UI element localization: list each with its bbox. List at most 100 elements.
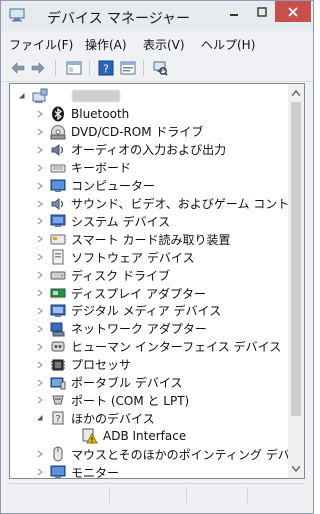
expand-icon[interactable] — [34, 356, 46, 374]
tree-category-item[interactable]: ? ほかのデバイス — [34, 409, 155, 427]
device-manager-app-icon — [9, 8, 25, 22]
menu-action[interactable]: 操作(A) — [85, 36, 127, 53]
tree-item-label: オーディオの入力および出力 — [71, 143, 227, 158]
tree-category-item[interactable]: ソフトウェア デバイス — [34, 248, 194, 266]
tree-child-item[interactable]: ADB Interface — [66, 427, 186, 445]
expand-icon[interactable] — [34, 159, 46, 177]
close-button[interactable] — [275, 1, 311, 22]
scroll-up-arrow[interactable] — [291, 88, 301, 98]
computer-icon — [32, 88, 48, 104]
expand-icon[interactable] — [34, 248, 46, 266]
scroll-down-arrow[interactable] — [291, 464, 301, 474]
expand-icon[interactable] — [34, 284, 46, 302]
tree-item-label: キーボード — [71, 161, 132, 176]
menu-bar: ファイル(F) 操作(A) 表示(V) ヘルプ(H) — [1, 32, 313, 54]
tree-category-item[interactable]: システム デバイス — [34, 212, 170, 230]
tree-item-label: ディスプレイ アダプター — [71, 286, 206, 301]
tree-category-item[interactable]: オーディオの入力および出力 — [34, 141, 226, 159]
expand-icon[interactable] — [34, 141, 46, 159]
tree-category-item[interactable]: デジタル メディア デバイス — [34, 302, 221, 320]
tree-item-label: デジタル メディア デバイス — [71, 304, 222, 319]
minimize-button[interactable] — [220, 1, 248, 22]
collapse-icon[interactable] — [16, 87, 28, 105]
tree-item-label: ディスク ドライブ — [71, 268, 170, 283]
expand-icon[interactable] — [34, 391, 46, 409]
portable-device-icon — [50, 375, 66, 391]
svg-text:?: ? — [55, 414, 60, 425]
tree-category-item[interactable]: ディスク ドライブ — [34, 266, 170, 284]
expand-icon[interactable] — [34, 266, 46, 284]
expand-icon[interactable] — [34, 123, 46, 141]
tree-item-label: ヒューマン インターフェイス デバイス — [71, 340, 282, 355]
vertical-scrollbar[interactable] — [288, 84, 304, 478]
properties-icon[interactable] — [119, 59, 137, 77]
tree-item-label: システム デバイス — [71, 214, 171, 229]
expand-icon[interactable] — [34, 320, 46, 338]
monitor-icon — [50, 464, 66, 478]
menu-file[interactable]: ファイル(F) — [9, 36, 73, 53]
scrollbar-thumb[interactable] — [291, 102, 301, 416]
toolbar-separator — [89, 60, 90, 76]
tree-category-item[interactable]: Bluetooth — [34, 105, 129, 123]
tree-category-item[interactable]: ポータブル デバイス — [34, 374, 182, 392]
media-device-icon — [50, 303, 66, 319]
show-hide-console-tree-icon[interactable] — [65, 59, 83, 77]
help-icon[interactable]: ? — [97, 59, 115, 77]
tree-category-item[interactable]: ヒューマン インターフェイス デバイス — [34, 338, 281, 356]
expand-icon[interactable] — [34, 212, 46, 230]
system-devices-icon — [50, 213, 66, 229]
disk-drive-icon — [50, 267, 66, 283]
expand-icon[interactable] — [34, 230, 46, 248]
back-icon[interactable] — [9, 59, 27, 77]
expand-icon[interactable] — [34, 195, 46, 213]
expand-icon[interactable] — [34, 374, 46, 392]
scan-hardware-icon[interactable] — [151, 59, 169, 77]
expand-icon[interactable] — [34, 445, 46, 463]
tree-category-item[interactable]: マウスとそのほかのポインティング デバイス — [34, 445, 304, 463]
hid-icon — [50, 339, 66, 355]
tree-category-item[interactable]: ディスプレイ アダプター — [34, 284, 206, 302]
tree-item-label: サウンド、ビデオ、およびゲーム コントローラー — [71, 197, 304, 211]
tree-item-label: ほかのデバイス — [71, 411, 155, 426]
expand-icon[interactable] — [34, 177, 46, 195]
menu-view[interactable]: 表示(V) — [143, 36, 185, 53]
tree-category-item[interactable]: DVD/CD-ROM ドライブ — [34, 123, 203, 141]
tree-category-item[interactable]: ポート (COM と LPT) — [34, 391, 189, 409]
menu-help[interactable]: ヘルプ(H) — [201, 36, 255, 53]
collapse-icon[interactable] — [34, 409, 46, 427]
maximize-button[interactable] — [248, 1, 275, 22]
device-tree[interactable]: Bluetooth DVD/CD-ROM ドライブオーディオの入力および出力 キーボ… — [9, 83, 305, 479]
tree-category-item[interactable]: サウンド、ビデオ、およびゲーム コントローラー — [34, 195, 304, 213]
tree-item-label: DVD/CD-ROM ドライブ — [71, 125, 204, 140]
tree-category-item[interactable]: キーボード — [34, 159, 131, 177]
expand-icon[interactable] — [34, 105, 46, 123]
mouse-icon — [50, 446, 66, 462]
toolbar-separator — [55, 60, 56, 76]
tree-category-item[interactable]: コンピューター — [34, 177, 155, 195]
display-adapter-icon — [50, 285, 66, 301]
tree-item-label: ソフトウェア デバイス — [71, 250, 195, 265]
tree-item-label: モニター — [71, 465, 120, 479]
expand-icon[interactable] — [34, 463, 46, 478]
svg-text:?: ? — [103, 63, 109, 76]
window-title: デバイス マネージャー — [47, 11, 191, 27]
status-bar — [9, 483, 305, 506]
monitor-icon — [50, 178, 66, 194]
tree-category-item[interactable]: プロセッサ — [34, 356, 131, 374]
title-bar[interactable]: デバイス マネージャー — [1, 1, 313, 31]
toolbar: ? — [1, 55, 313, 82]
expand-icon[interactable] — [34, 302, 46, 320]
port-icon — [50, 392, 66, 408]
sound-icon — [50, 196, 66, 212]
dvd-drive-icon — [50, 124, 66, 140]
forward-icon[interactable] — [29, 59, 47, 77]
tree-category-item[interactable]: スマート カード読み取り装置 — [34, 230, 230, 248]
tree-item-label: ポート (COM と LPT) — [71, 393, 190, 408]
software-device-icon — [50, 249, 66, 265]
expand-icon[interactable] — [34, 338, 46, 356]
tree-root-computer[interactable] — [16, 87, 120, 105]
tree-category-item[interactable]: モニター — [34, 463, 120, 479]
tree-category-item[interactable]: ネットワーク アダプター — [34, 320, 207, 338]
status-panel — [187, 487, 248, 503]
tree-item-label: Bluetooth — [71, 107, 130, 121]
